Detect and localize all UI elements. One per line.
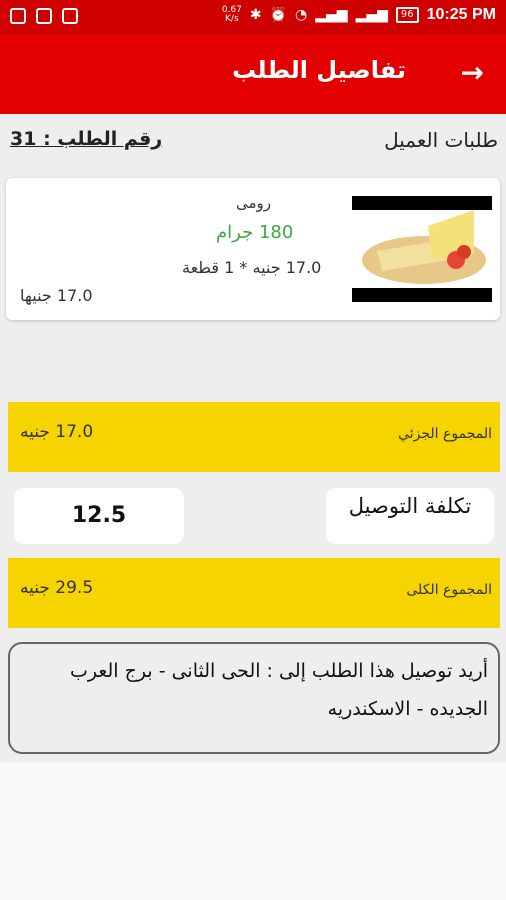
unit-price-quantity: 17.0 جنيه * 1 قطعة xyxy=(182,258,322,277)
cheese-image-icon xyxy=(362,210,486,284)
order-number: رقم الطلب : 31 xyxy=(10,128,163,150)
signal-2-icon: ▂▄▆ xyxy=(355,7,388,23)
network-speed: 0.67 K/s xyxy=(221,5,242,24)
total-row: المجموع الكلى 29.5 جنيه xyxy=(8,558,500,628)
order-details-content: رقم الطلب : 31 طلبات العميل رومى 180 جرا… xyxy=(0,114,506,762)
wifi-icon: ◔ xyxy=(295,7,308,23)
order-item-card[interactable]: رومى 180 جرام 17.0 جنيه * 1 قطعة 17.0 جن… xyxy=(6,178,500,320)
delivery-fee-label: تكلفة التوصيل xyxy=(326,488,494,544)
product-image xyxy=(352,196,492,302)
total-label: المجموع الكلى xyxy=(406,582,492,598)
total-value: 29.5 جنيه xyxy=(20,578,94,598)
item-total: 17.0 جنيها xyxy=(20,286,93,305)
app-bar: تفاصيل الطلب → xyxy=(0,34,506,114)
image-notification-icon xyxy=(10,8,26,24)
product-weight: 180 جرام xyxy=(216,222,294,243)
empty-bottom-area xyxy=(0,762,506,900)
status-bar-left xyxy=(10,8,78,24)
status-bar-right: 0.67 K/s ✱ ⏰ ◔ ▂▄▆ ▂▄▆ 96 10:25 PM xyxy=(222,6,496,24)
app-notification-icon xyxy=(62,8,78,24)
back-arrow-icon[interactable]: → xyxy=(461,56,484,89)
subtotal-value: 17.0 جنيه xyxy=(20,422,94,442)
product-name: رومى xyxy=(236,194,272,212)
page-title: تفاصيل الطلب xyxy=(232,56,406,84)
subtotal-row: المجموع الجزئي 17.0 جنيه xyxy=(8,402,500,472)
delivery-address-box: أريد توصيل هذا الطلب إلى : الحى الثانى -… xyxy=(8,642,500,754)
subtotal-label: المجموع الجزئي xyxy=(398,426,492,442)
customer-orders-title: طلبات العميل xyxy=(384,128,498,152)
clock: 10:25 PM xyxy=(426,6,496,23)
delivery-fee-value: 12.5 xyxy=(14,488,184,544)
battery-level: 96 xyxy=(395,7,419,23)
battery-notification-icon xyxy=(36,8,52,24)
bluetooth-icon: ✱ xyxy=(249,7,262,23)
signal-icon: ▂▄▆ xyxy=(315,7,348,23)
alarm-icon: ⏰ xyxy=(269,7,288,23)
status-bar: 0.67 K/s ✱ ⏰ ◔ ▂▄▆ ▂▄▆ 96 10:25 PM xyxy=(0,0,506,34)
